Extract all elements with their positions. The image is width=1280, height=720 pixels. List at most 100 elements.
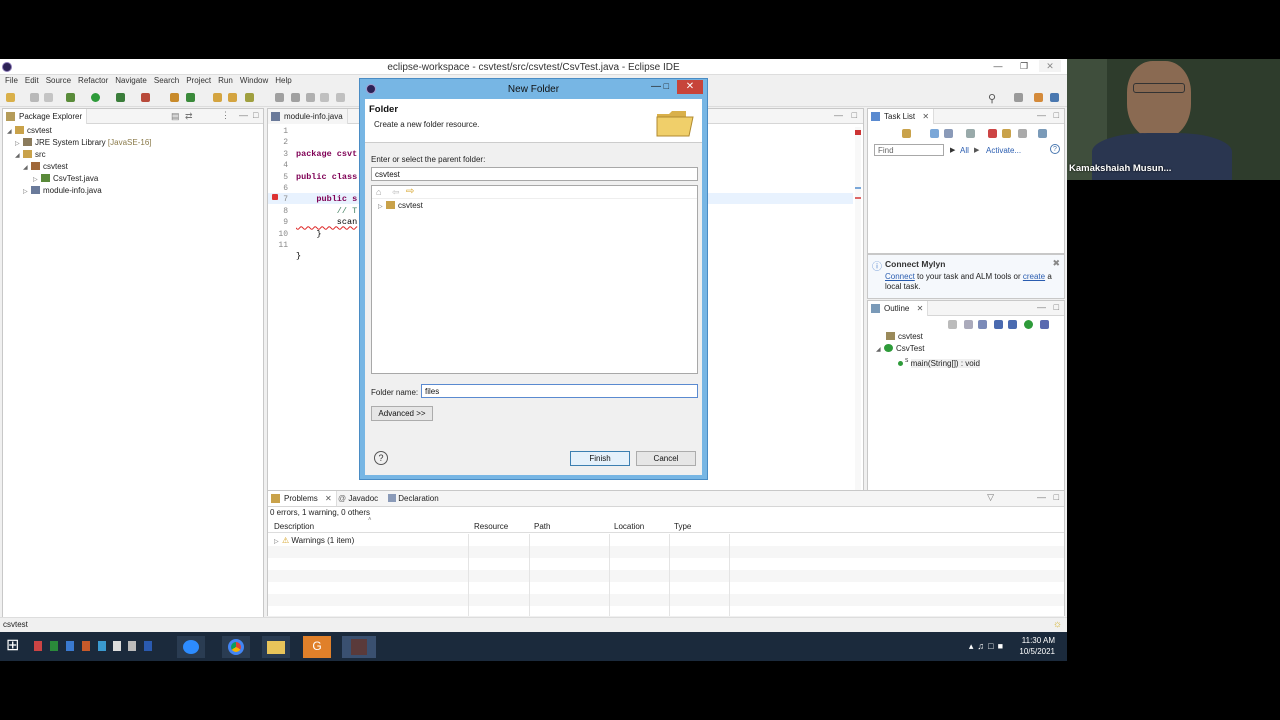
new-task-icon[interactable] — [902, 129, 911, 138]
focus-icon[interactable] — [966, 129, 975, 138]
maximize-editor-icon[interactable]: □ — [852, 110, 857, 120]
minimize-view-icon[interactable]: — — [239, 110, 248, 120]
parent-folder-input[interactable]: csvtest — [371, 167, 698, 181]
external-tools-icon[interactable] — [141, 93, 150, 102]
col-resource[interactable]: Resource — [474, 522, 508, 531]
collapse-all-icon[interactable]: ▤ — [171, 111, 180, 122]
menu-source[interactable]: Source — [45, 75, 77, 88]
maximize-view-icon[interactable]: □ — [1054, 302, 1059, 312]
back-icon[interactable]: ⇦ — [392, 187, 400, 198]
categorized-icon[interactable] — [930, 129, 939, 138]
maximize-view-icon[interactable]: □ — [253, 110, 258, 120]
dialog-maximize-button[interactable]: □ — [664, 81, 669, 91]
java-ee-perspective-icon[interactable] — [1034, 93, 1043, 102]
close-mylyn-icon[interactable]: ✖ — [1052, 258, 1060, 269]
tree-item-csvtest-java[interactable]: ▷ CsvTest.java — [7, 173, 152, 185]
link-icon[interactable] — [1038, 129, 1047, 138]
open-type-icon[interactable] — [213, 93, 222, 102]
error-marker-icon[interactable] — [272, 194, 278, 200]
tab-package-explorer[interactable]: Package Explorer — [3, 109, 88, 124]
next-annotation-icon[interactable] — [291, 93, 300, 102]
powerpoint-icon[interactable] — [82, 641, 90, 651]
prev-annotation-icon[interactable] — [306, 93, 315, 102]
activate-link[interactable]: Activate... — [986, 146, 1021, 155]
tree-item-module-info[interactable]: ▷ module-info.java — [7, 185, 152, 197]
maximize-view-icon[interactable]: □ — [1054, 110, 1059, 120]
sort-icon[interactable] — [964, 320, 973, 329]
outline-item-package[interactable]: csvtest — [876, 331, 980, 343]
maximize-button[interactable]: ❐ — [1013, 60, 1035, 72]
chrome-taskbar-button[interactable] — [222, 636, 250, 658]
advanced-button[interactable]: Advanced >> — [371, 406, 433, 421]
word-icon[interactable] — [144, 641, 152, 651]
app-icon[interactable] — [128, 641, 136, 651]
help-icon[interactable]: ? — [374, 451, 388, 465]
open-perspective-icon[interactable] — [1014, 93, 1023, 102]
save-icon[interactable] — [30, 93, 39, 102]
forward-icon[interactable]: ⇨ — [406, 186, 414, 197]
coverage-icon[interactable] — [116, 93, 125, 102]
search-icon[interactable]: ⚲ — [988, 92, 996, 105]
filter-icon[interactable]: ▽ — [987, 492, 994, 503]
minimize-view-icon[interactable]: — — [1037, 302, 1046, 312]
link-editor-icon[interactable]: ⇄ — [185, 111, 193, 122]
view-menu-icon[interactable]: ⋮ — [221, 110, 230, 121]
dialog-minimize-button[interactable]: — — [651, 81, 661, 92]
tab-javadoc[interactable]: @ Javadoc — [338, 494, 378, 503]
acrobat-icon[interactable] — [34, 641, 42, 651]
menu-edit[interactable]: Edit — [24, 75, 45, 88]
dialog-close-button[interactable]: ✕ — [677, 80, 703, 94]
overview-ruler[interactable] — [855, 127, 861, 537]
col-type[interactable]: Type — [674, 522, 691, 531]
help-icon[interactable]: ? — [1050, 144, 1060, 154]
code-text[interactable]: package csvt public class public s // T … — [296, 126, 357, 297]
new-icon[interactable] — [6, 93, 15, 102]
back-icon[interactable] — [320, 93, 329, 102]
col-description[interactable]: Description — [274, 522, 314, 531]
col-location[interactable]: Location — [614, 522, 644, 531]
run-icon[interactable] — [91, 93, 100, 102]
app-icon[interactable] — [113, 641, 121, 651]
search-tool-icon[interactable] — [245, 93, 254, 102]
open-task-icon[interactable] — [228, 93, 237, 102]
menu-file[interactable]: File — [4, 75, 24, 88]
outline-item-class[interactable]: ◢ CsvTest — [876, 343, 980, 355]
new-class-icon[interactable] — [186, 93, 195, 102]
tab-task-list[interactable]: Task List ✕ — [868, 109, 935, 124]
all-tasks-link[interactable]: All — [960, 146, 969, 155]
java-perspective-icon[interactable] — [1050, 93, 1059, 102]
menu-run[interactable]: Run — [217, 75, 239, 88]
ie-icon[interactable] — [66, 641, 74, 651]
parent-folder-tree[interactable]: ⌂ ⇦ ⇨ ▷ csvtest — [371, 185, 698, 374]
annotation-icon[interactable] — [275, 93, 284, 102]
menu-refactor[interactable]: Refactor — [77, 75, 114, 88]
outline-item-main[interactable]: S main(String[]) : void — [876, 355, 980, 368]
tree-item-project[interactable]: ◢ csvtest — [7, 125, 152, 137]
tab-outline[interactable]: Outline ✕ — [868, 301, 929, 316]
finish-button[interactable]: Finish — [570, 451, 630, 466]
lightbulb-icon[interactable]: ☼ — [1053, 619, 1062, 630]
debug-icon[interactable] — [66, 93, 75, 102]
hide-nonpublic-icon[interactable] — [1008, 320, 1017, 329]
start-button-icon[interactable]: ⊞ — [6, 636, 24, 658]
eclipse-taskbar-button[interactable] — [342, 636, 376, 658]
minimize-button[interactable]: — — [987, 60, 1009, 72]
menu-window[interactable]: Window — [239, 75, 274, 88]
collapse-icon[interactable] — [1018, 129, 1027, 138]
connect-link[interactable]: Connect — [885, 272, 915, 281]
col-path[interactable]: Path — [534, 522, 550, 531]
folder-name-input[interactable]: files — [421, 384, 698, 398]
hide-completed-icon[interactable] — [988, 129, 997, 138]
menu-search[interactable]: Search — [153, 75, 185, 88]
maximize-view-icon[interactable]: □ — [1054, 492, 1059, 502]
close-task-list-icon[interactable]: ✕ — [922, 112, 929, 121]
app-taskbar-button[interactable]: G — [303, 636, 331, 658]
cancel-button[interactable]: Cancel — [636, 451, 696, 466]
minimize-editor-icon[interactable]: — — [834, 110, 843, 120]
create-link[interactable]: create — [1023, 272, 1045, 281]
sync-icon[interactable] — [1002, 129, 1011, 138]
minimize-view-icon[interactable]: — — [1037, 492, 1046, 502]
home-icon[interactable]: ⌂ — [376, 187, 381, 197]
close-button[interactable]: ✕ — [1039, 60, 1061, 72]
explorer-taskbar-button[interactable] — [262, 636, 290, 658]
